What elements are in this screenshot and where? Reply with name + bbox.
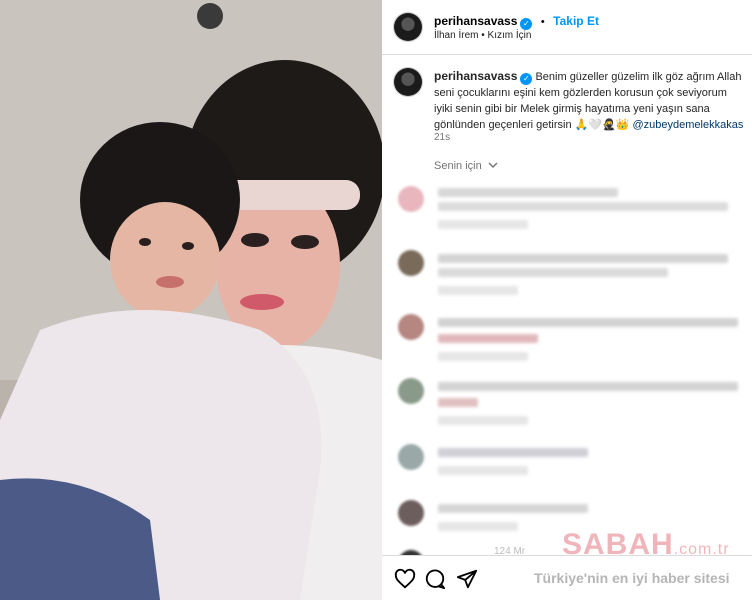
caption-username[interactable]: perihansavass	[434, 69, 517, 83]
comment-meta	[438, 286, 518, 295]
comment-avatar	[398, 314, 424, 340]
author-username[interactable]: perihansavass	[434, 14, 517, 28]
photo-illustration	[0, 0, 382, 600]
caption-avatar[interactable]	[394, 68, 422, 96]
comment-avatar	[398, 500, 424, 526]
comment-text	[438, 334, 538, 343]
list-item	[390, 186, 750, 236]
watermark-tagline: Türkiye'nin en iyi haber sitesi	[534, 570, 730, 586]
post-side-pane: perihansavass ✓ • Takip Et İlhan İrem • K…	[382, 0, 752, 601]
comment-sort-dropdown[interactable]: Senin için	[434, 160, 498, 172]
action-bar: 124 Mr Türkiye'nin en iyi haber sitesi	[382, 546, 752, 601]
header-user-row: perihansavass ✓ • Takip Et	[434, 12, 599, 30]
comment-text	[438, 318, 738, 327]
comment-text	[438, 398, 478, 407]
heart-icon[interactable]	[394, 568, 416, 590]
comment-text	[438, 504, 588, 513]
post-caption: perihansavass ✓ Benim güzeller güzelim il…	[434, 68, 746, 133]
header-separator: •	[540, 16, 545, 28]
comment-text	[438, 254, 728, 263]
follow-button[interactable]: Takip Et	[553, 14, 599, 28]
comment-text	[438, 188, 618, 197]
caption-mention[interactable]: @zubeydemelekkakas	[633, 119, 744, 131]
verified-badge-icon: ✓	[520, 18, 533, 30]
post-time[interactable]: 21s	[434, 132, 450, 143]
send-icon[interactable]	[456, 568, 478, 590]
comment-text	[438, 382, 738, 391]
comment-meta	[438, 416, 528, 425]
comment-avatar	[398, 186, 424, 212]
list-item	[390, 250, 750, 300]
comment-meta	[438, 220, 528, 229]
list-item	[390, 378, 750, 428]
comment-text	[438, 448, 588, 457]
chevron-down-icon	[488, 162, 498, 168]
comment-meta	[438, 522, 518, 531]
list-item	[390, 314, 750, 364]
comment-text	[438, 202, 728, 211]
comment-meta	[438, 352, 528, 361]
comment-text	[438, 268, 668, 277]
post-header: perihansavass ✓ • Takip Et İlhan İrem • K…	[382, 0, 752, 55]
author-avatar[interactable]	[394, 13, 422, 41]
comment-avatar	[398, 250, 424, 276]
list-item	[390, 444, 750, 494]
audio-label[interactable]: İlhan İrem • Kızım İçin	[434, 30, 531, 41]
comment-avatar	[398, 378, 424, 404]
post-photo[interactable]	[0, 0, 382, 600]
comment-icon[interactable]	[424, 568, 446, 590]
comment-meta	[438, 466, 528, 475]
likes-count-partial: 124 Mr	[494, 546, 526, 557]
verified-badge-icon: ✓	[520, 73, 533, 85]
sort-label: Senin için	[434, 160, 482, 172]
comment-avatar	[398, 444, 424, 470]
